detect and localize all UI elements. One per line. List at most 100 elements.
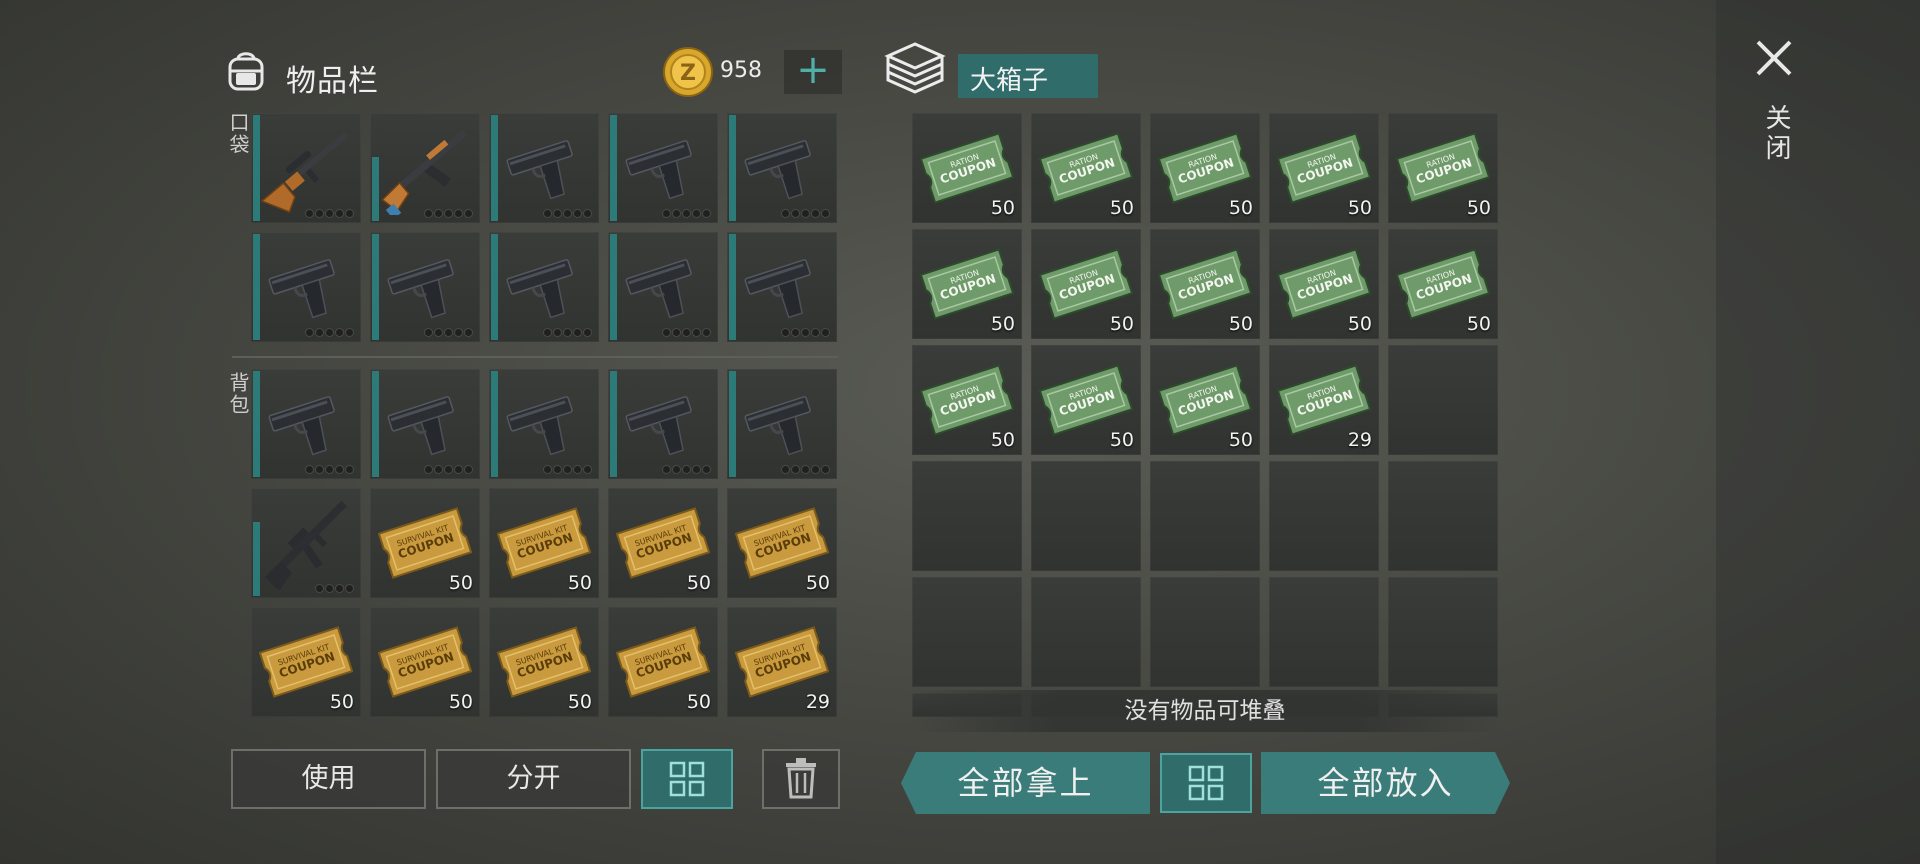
use-button[interactable]: 使用 <box>231 749 426 809</box>
inventory-slot[interactable] <box>608 369 718 479</box>
container-sort-button[interactable] <box>1160 753 1252 813</box>
inventory-slot[interactable]: RATION COUPON 50 <box>1031 113 1141 223</box>
upgrade-dot <box>792 466 799 473</box>
inventory-slot[interactable] <box>489 232 599 342</box>
backpack-label: 背包 <box>226 372 250 416</box>
inventory-slot[interactable] <box>251 369 361 479</box>
upgrade-dot <box>673 210 680 217</box>
upgrade-dot <box>455 329 462 336</box>
upgrade-dot <box>554 466 561 473</box>
backpack-icon <box>228 52 264 91</box>
inventory-slot[interactable] <box>251 232 361 342</box>
inventory-slot[interactable]: RATION COUPON 50 <box>912 345 1022 455</box>
empty-slot[interactable] <box>1388 577 1498 687</box>
inventory-slot[interactable] <box>727 369 837 479</box>
inventory-slot[interactable]: SURVIVAL KIT COUPON 50 <box>489 607 599 717</box>
empty-slot[interactable] <box>1031 461 1141 571</box>
empty-slot[interactable] <box>1269 577 1379 687</box>
empty-slot[interactable] <box>1150 577 1260 687</box>
inventory-slot[interactable] <box>727 113 837 223</box>
inventory-slot[interactable]: RATION COUPON 50 <box>1269 229 1379 339</box>
upgrade-dot <box>316 585 323 592</box>
inventory-slot[interactable]: RATION COUPON 50 <box>1388 229 1498 339</box>
inventory-slot[interactable]: SURVIVAL KIT COUPON 50 <box>608 488 718 598</box>
empty-slot[interactable] <box>912 577 1022 687</box>
item-quantity: 50 <box>990 313 1015 335</box>
inventory-slot[interactable] <box>370 232 480 342</box>
inventory-slot[interactable]: RATION COUPON 50 <box>1388 113 1498 223</box>
item-quantity: 50 <box>990 429 1015 451</box>
upgrade-dot <box>465 466 472 473</box>
upgrade-dot <box>306 329 313 336</box>
upgrade-dot <box>822 210 829 217</box>
upgrade-dots <box>663 466 710 473</box>
upgrade-dot <box>782 210 789 217</box>
inventory-slot[interactable]: RATION COUPON 50 <box>1031 345 1141 455</box>
inventory-slot[interactable]: RATION COUPON 29 <box>1269 345 1379 455</box>
inventory-slot[interactable]: RATION COUPON 50 <box>912 113 1022 223</box>
upgrade-dot <box>425 329 432 336</box>
inventory-slot[interactable] <box>489 113 599 223</box>
take-all-button[interactable]: 全部拿上 <box>901 752 1150 814</box>
empty-slot[interactable] <box>1031 577 1141 687</box>
close-button[interactable]: 关闭 <box>1758 104 1795 164</box>
add-currency-button[interactable]: + <box>784 50 842 94</box>
grid-sort-icon <box>1188 765 1224 801</box>
upgrade-dots <box>663 329 710 336</box>
inventory-slot[interactable] <box>251 488 361 598</box>
inventory-slot[interactable]: SURVIVAL KIT COUPON 29 <box>727 607 837 717</box>
inventory-slot[interactable]: RATION COUPON 50 <box>1150 345 1260 455</box>
empty-slot[interactable] <box>1388 345 1498 455</box>
item-quantity: 50 <box>567 572 592 594</box>
inventory-slot[interactable]: RATION COUPON 50 <box>912 229 1022 339</box>
inventory-slot[interactable] <box>251 113 361 223</box>
upgrade-dot <box>703 466 710 473</box>
upgrade-dot <box>673 466 680 473</box>
inventory-slot[interactable]: SURVIVAL KIT COUPON 50 <box>370 488 480 598</box>
upgrade-dot <box>544 210 551 217</box>
inventory-slot[interactable] <box>727 232 837 342</box>
inventory-slot[interactable]: RATION COUPON 50 <box>1150 113 1260 223</box>
empty-slot[interactable] <box>912 461 1022 571</box>
upgrade-dot <box>693 466 700 473</box>
upgrade-dot <box>683 329 690 336</box>
upgrade-dot <box>584 466 591 473</box>
close-icon[interactable] <box>1754 38 1794 78</box>
inventory-slot[interactable] <box>608 113 718 223</box>
upgrade-dot <box>663 210 670 217</box>
inventory-slot[interactable]: SURVIVAL KIT COUPON 50 <box>727 488 837 598</box>
empty-slot[interactable] <box>1269 461 1379 571</box>
put-all-button[interactable]: 全部放入 <box>1261 752 1510 814</box>
upgrade-dot <box>465 210 472 217</box>
upgrade-dot <box>465 329 472 336</box>
empty-slot[interactable] <box>1150 461 1260 571</box>
empty-slot[interactable] <box>1388 461 1498 571</box>
side-panel <box>1716 0 1920 864</box>
upgrade-dot <box>326 585 333 592</box>
inventory-slot[interactable]: RATION COUPON 50 <box>1031 229 1141 339</box>
sniper-rifle-icon <box>260 131 349 213</box>
inventory-slot[interactable] <box>370 369 480 479</box>
svg-text:Z: Z <box>680 61 696 86</box>
sort-button[interactable] <box>641 749 733 809</box>
pistol-icon <box>744 140 811 200</box>
inventory-slot[interactable]: SURVIVAL KIT COUPON 50 <box>608 607 718 717</box>
inventory-slot[interactable]: RATION COUPON 50 <box>1269 113 1379 223</box>
inventory-slot[interactable]: RATION COUPON 50 <box>1150 229 1260 339</box>
pistol-icon <box>744 259 811 319</box>
split-button[interactable]: 分开 <box>436 749 631 809</box>
m16-rifle-icon <box>264 500 348 590</box>
upgrade-dot <box>346 585 353 592</box>
inventory-slot[interactable] <box>370 113 480 223</box>
item-quantity: 50 <box>1347 197 1372 219</box>
inventory-slot[interactable]: SURVIVAL KIT COUPON 50 <box>251 607 361 717</box>
inventory-slot[interactable] <box>608 232 718 342</box>
upgrade-dot <box>703 210 710 217</box>
inventory-slot[interactable]: SURVIVAL KIT COUPON 50 <box>370 607 480 717</box>
delete-button[interactable] <box>762 749 840 809</box>
currency-count: 958 <box>720 58 762 83</box>
inventory-slot[interactable] <box>489 369 599 479</box>
inventory-slot[interactable]: SURVIVAL KIT COUPON 50 <box>489 488 599 598</box>
upgrade-dot <box>812 329 819 336</box>
item-quantity: 50 <box>1347 313 1372 335</box>
